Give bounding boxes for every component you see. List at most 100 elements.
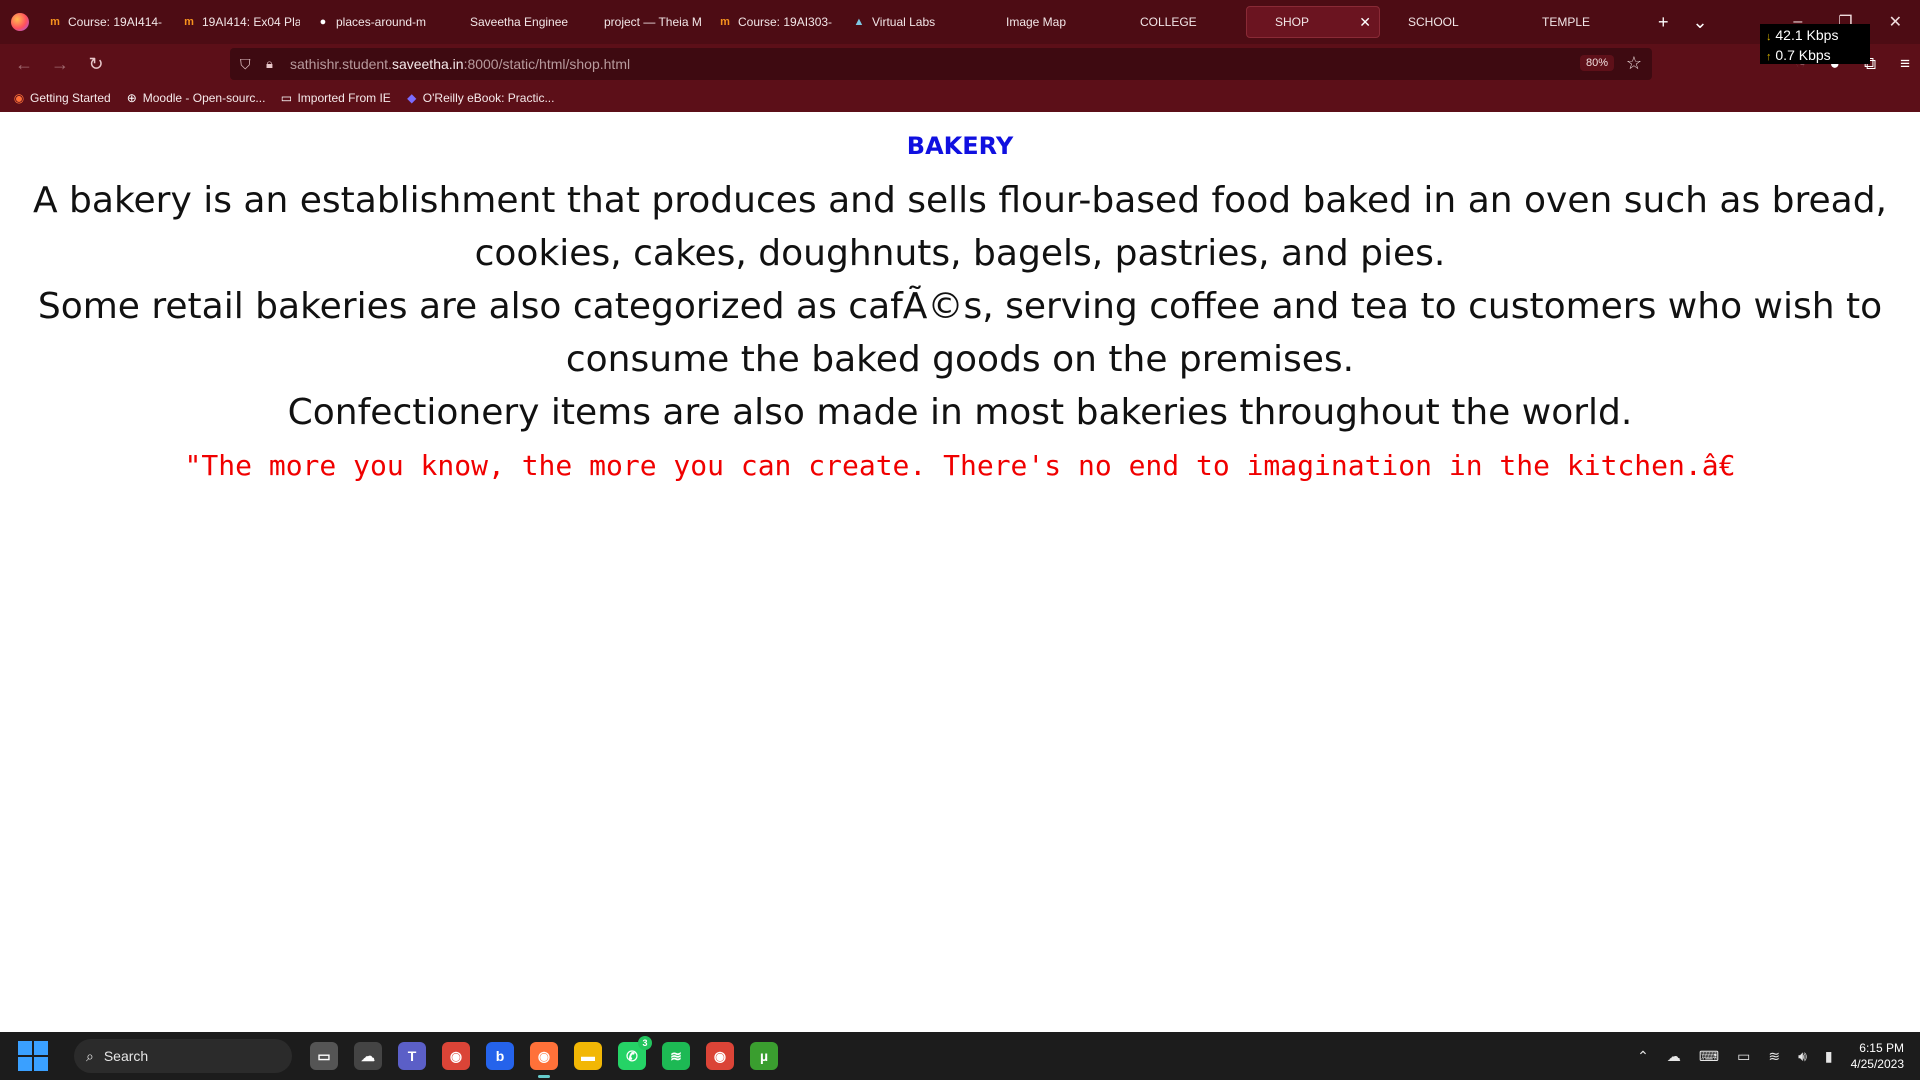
blank-page-icon bbox=[1522, 15, 1536, 29]
whatsapp-icon[interactable]: ✆ 3 bbox=[618, 1036, 652, 1070]
globe-icon: ⊕ bbox=[126, 91, 137, 105]
new-tab-icon[interactable]: + bbox=[1658, 12, 1669, 33]
teams-icon[interactable]: T bbox=[398, 1042, 426, 1070]
task-view-icon[interactable]: ▭ bbox=[310, 1042, 338, 1070]
taskbar-apps: ▭ ☁ T ◉ b ◉ ▬ ✆ 3 ≋ ◉ µ bbox=[310, 1036, 778, 1078]
bookmarks-bar: ◉ Getting Started ⊕ Moodle - Open-sourc... ▭… bbox=[0, 86, 1920, 110]
blank-page-icon bbox=[1120, 15, 1134, 29]
blank-page-icon bbox=[1388, 15, 1402, 29]
bookmark-label: Imported From IE bbox=[297, 91, 391, 105]
tab-8[interactable]: COLLEGE bbox=[1112, 6, 1246, 38]
close-window-icon[interactable]: ✕ bbox=[1889, 12, 1902, 32]
url-text[interactable]: sathishr.student.saveetha.in:8000/static… bbox=[290, 56, 630, 72]
onedrive-icon[interactable]: ☁ bbox=[1667, 1048, 1681, 1065]
oreilly-icon: ◆ bbox=[407, 91, 417, 105]
tab-label: project — Theia Mult bbox=[604, 15, 702, 29]
tab-11[interactable]: TEMPLE bbox=[1514, 6, 1648, 38]
bookmark-1[interactable]: ⊕ Moodle - Open-sourc... bbox=[125, 91, 266, 105]
clock[interactable]: 6:15 PM 4/25/2023 bbox=[1851, 1040, 1904, 1072]
chevron-down-icon[interactable]: ⌄ bbox=[1693, 12, 1708, 33]
tab-4[interactable]: project — Theia Mult bbox=[576, 6, 710, 38]
tab-label: TEMPLE bbox=[1542, 15, 1591, 29]
battery-icon[interactable]: ▮ bbox=[1825, 1048, 1833, 1065]
url-bar[interactable]: ⛉ 🔒︎ sathishr.student.saveetha.in:8000/s… bbox=[230, 48, 1652, 80]
volume-icon[interactable]: 🔊︎ bbox=[1798, 1048, 1807, 1065]
wifi-icon[interactable]: ≋ bbox=[1768, 1048, 1780, 1065]
taskbar-search-box[interactable]: ⌕ Search bbox=[74, 1039, 292, 1073]
download-speed: 42.1 Kbps bbox=[1775, 27, 1839, 43]
paragraph-line: cookies, cakes, doughnuts, bagels, pastr… bbox=[474, 233, 1446, 274]
paragraph-line: consume the baked goods on the premises. bbox=[565, 339, 1355, 380]
chrome-icon[interactable]: ◉ bbox=[706, 1042, 734, 1070]
bookmark-2[interactable]: ▭ Imported From IE bbox=[279, 91, 391, 105]
firefox-menu-icon[interactable] bbox=[0, 0, 40, 44]
windows-start-icon[interactable] bbox=[18, 1041, 48, 1071]
tab-label: COLLEGE bbox=[1140, 15, 1197, 29]
blank-page-icon bbox=[584, 15, 598, 29]
utorrent-icon[interactable]: µ bbox=[750, 1042, 778, 1070]
moodle-icon: m bbox=[720, 16, 730, 28]
bookmark-label: O'Reilly eBook: Practic... bbox=[422, 91, 555, 105]
forward-arrow-icon[interactable]: → bbox=[42, 46, 78, 82]
chevron-up-icon[interactable]: ⌃ bbox=[1637, 1048, 1649, 1065]
github-icon: ● bbox=[319, 16, 327, 28]
hamburger-menu-icon[interactable]: ≡ bbox=[1900, 54, 1910, 74]
bookmark-star-icon[interactable]: ☆ bbox=[1626, 53, 1642, 74]
tab-label: places-around-m bbox=[336, 15, 427, 29]
blank-page-icon bbox=[1255, 15, 1269, 29]
weather-icon[interactable]: ☁ bbox=[354, 1042, 382, 1070]
page-title: BAKERY bbox=[906, 132, 1014, 160]
tab-list: m Course: 19AI414- m 19AI414: Ex04 Pla ● plac… bbox=[40, 6, 1648, 38]
tab-label: SCHOOL bbox=[1408, 15, 1459, 29]
tab-0[interactable]: m Course: 19AI414- bbox=[40, 6, 174, 38]
tab-5[interactable]: m Course: 19AI303- bbox=[710, 6, 844, 38]
tab-3[interactable]: Saveetha Engineering bbox=[442, 6, 576, 38]
shield-icon[interactable]: ⛉ bbox=[240, 56, 256, 72]
tab-label: Virtual Labs bbox=[872, 15, 936, 29]
windows-taskbar: ⌕ Search ▭ ☁ T ◉ b ◉ ▬ ✆ 3 ≋ ◉ µ ⌃ ☁ ⌨ ▭ ≋ 🔊︎ ▮ 6:1… bbox=[0, 1032, 1920, 1080]
tab-actions: + ⌄ bbox=[1658, 12, 1708, 33]
paragraph-line: Some retail bakeries are also categorize… bbox=[37, 286, 1883, 327]
file-explorer-icon[interactable]: ▬ bbox=[574, 1042, 602, 1070]
tab-10[interactable]: SCHOOL bbox=[1380, 6, 1514, 38]
reload-icon[interactable]: ↻ bbox=[78, 46, 114, 82]
paragraph-line: Confectionery items are also made in mos… bbox=[287, 392, 1633, 433]
tab-7[interactable]: Image Map bbox=[978, 6, 1112, 38]
tab-1[interactable]: m 19AI414: Ex04 Pla bbox=[174, 6, 308, 38]
keyboard-icon[interactable]: ⌨ bbox=[1699, 1048, 1719, 1065]
clock-date: 4/25/2023 bbox=[1850, 1057, 1904, 1071]
tab-2[interactable]: ● places-around-m bbox=[308, 6, 442, 38]
bing-icon[interactable]: b bbox=[486, 1042, 514, 1070]
spotify-icon[interactable]: ≋ bbox=[662, 1042, 690, 1070]
tab-label: Course: 19AI414- bbox=[68, 15, 163, 29]
blank-page-icon bbox=[450, 15, 464, 29]
bookmark-0[interactable]: ◉ Getting Started bbox=[12, 91, 111, 105]
bookmark-3[interactable]: ◆ O'Reilly eBook: Practic... bbox=[405, 91, 555, 105]
download-arrow-icon: ↓ bbox=[1766, 31, 1772, 43]
chrome-icon[interactable]: ◉ bbox=[442, 1042, 470, 1070]
network-speed-widget: ↓ 42.1 Kbps ↑ 0.7 Kbps bbox=[1760, 24, 1870, 64]
moodle-icon: m bbox=[184, 16, 194, 28]
zoom-level-badge[interactable]: 80% bbox=[1579, 55, 1614, 71]
quote-text: "The more you know, the more you can cre… bbox=[184, 449, 1736, 482]
firefox-icon[interactable]: ◉ bbox=[530, 1042, 558, 1078]
bakery-description: A bakery is an establishment that produc… bbox=[20, 174, 1900, 439]
tab-label: Image Map bbox=[1006, 15, 1067, 29]
tab-label: Saveetha Engineering bbox=[470, 15, 568, 29]
tab-9[interactable]: SHOP ✕ bbox=[1246, 6, 1380, 38]
notification-badge: 3 bbox=[638, 1036, 652, 1050]
tab-label: 19AI414: Ex04 Pla bbox=[202, 15, 300, 29]
upload-speed: 0.7 Kbps bbox=[1775, 47, 1831, 63]
page-content: BAKERY A bakery is an establishment that… bbox=[0, 112, 1920, 1032]
back-arrow-icon[interactable]: ← bbox=[6, 46, 42, 82]
upload-arrow-icon: ↑ bbox=[1766, 51, 1772, 63]
close-tab-icon[interactable]: ✕ bbox=[1359, 14, 1371, 31]
display-icon[interactable]: ▭ bbox=[1737, 1048, 1750, 1065]
lock-icon[interactable]: 🔒︎ bbox=[266, 56, 280, 72]
firefox-icon: ◉ bbox=[13, 91, 25, 105]
tab-6[interactable]: ▲ Virtual Labs bbox=[844, 6, 978, 38]
moodle-icon: m bbox=[50, 16, 60, 28]
folder-icon: ▭ bbox=[280, 91, 293, 105]
blank-page-icon bbox=[986, 15, 1000, 29]
tab-strip: m Course: 19AI414- m 19AI414: Ex04 Pla ● plac… bbox=[0, 0, 1920, 44]
